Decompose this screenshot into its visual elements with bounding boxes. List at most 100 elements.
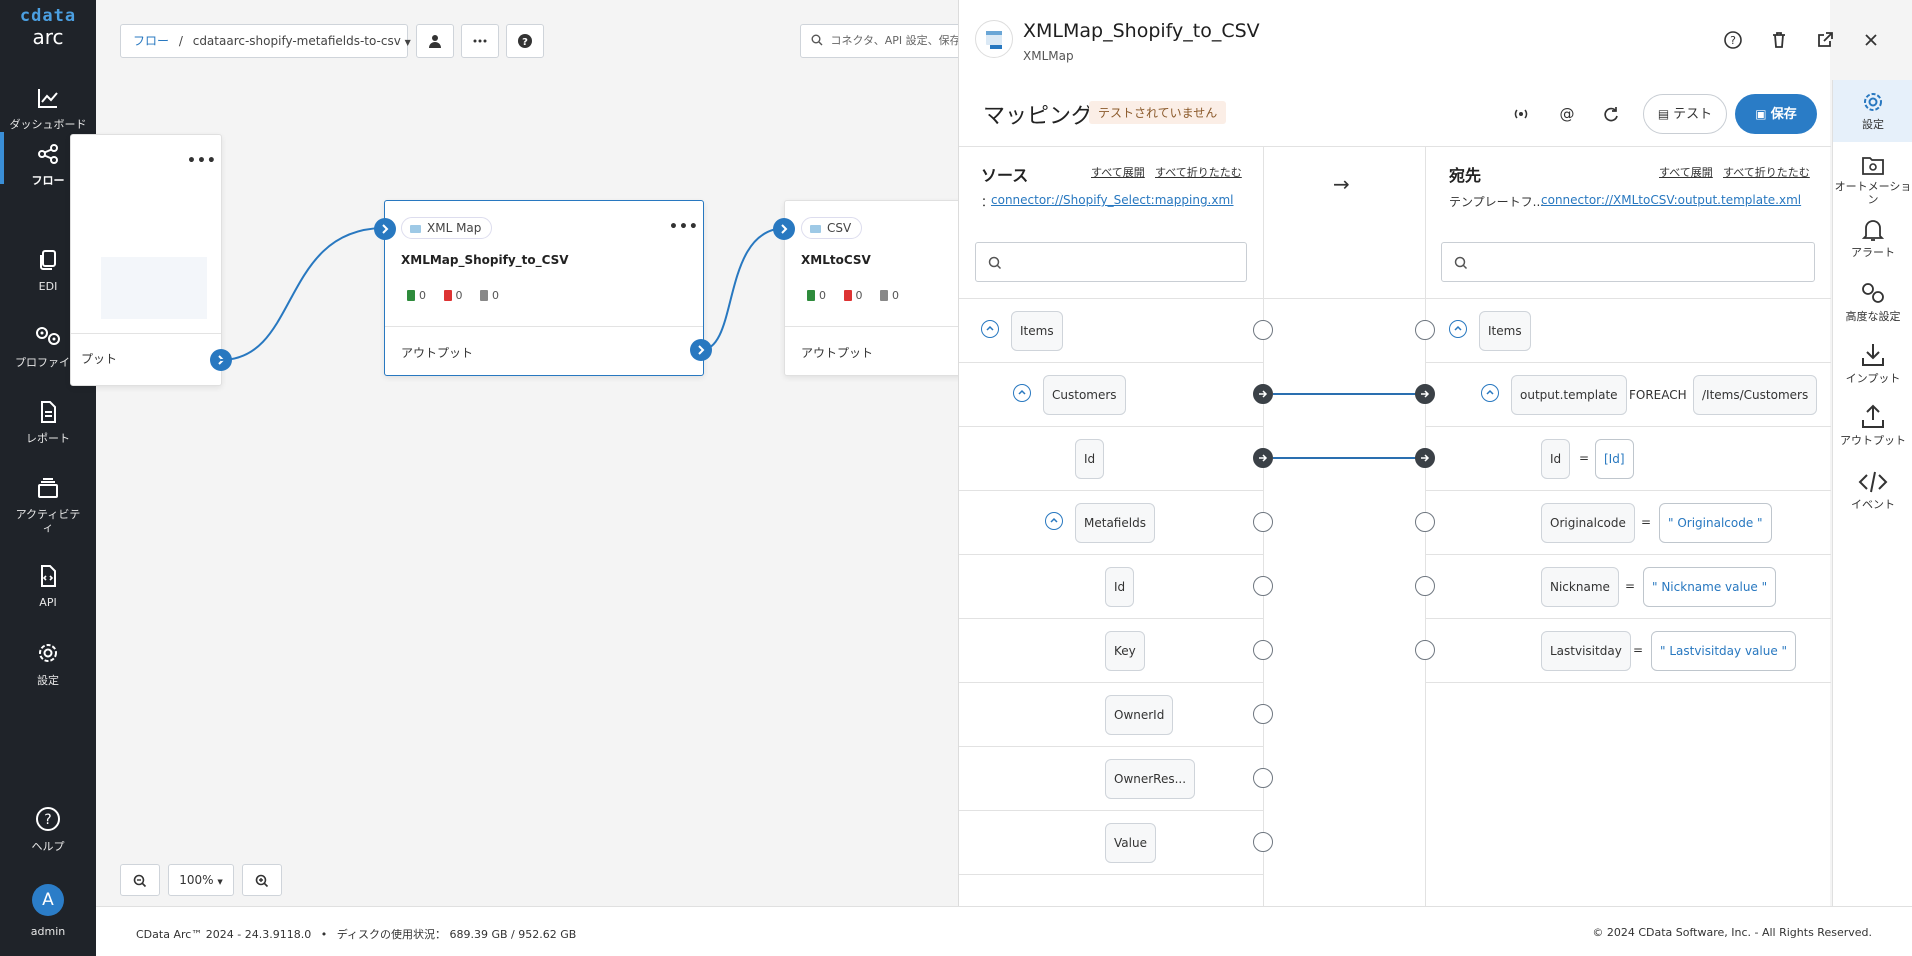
source-handle-connected[interactable]: [1253, 448, 1273, 468]
nav-item-report[interactable]: レポート: [0, 400, 96, 445]
question-icon: ?: [518, 34, 532, 48]
source-search-input[interactable]: [975, 242, 1247, 282]
dest-node-lastvisitday[interactable]: Lastvisitday: [1541, 631, 1631, 671]
connector-panel: XMLMap_Shopify_to_CSV XMLMap ? マッピング テスト…: [958, 0, 1877, 908]
equals-sign: =: [1579, 451, 1590, 465]
dest-node-nickname[interactable]: Nickname: [1541, 567, 1619, 607]
collapse-toggle-customers[interactable]: [1013, 384, 1031, 402]
nav-item-api[interactable]: API: [0, 564, 96, 609]
rail-item-input[interactable]: インプット: [1833, 342, 1912, 385]
dest-value-id[interactable]: [Id]: [1595, 439, 1634, 479]
code-icon: [1858, 471, 1888, 493]
user-menu[interactable]: A admin: [0, 884, 96, 938]
source-handle[interactable]: [1253, 320, 1273, 340]
input-port-csv[interactable]: [773, 218, 795, 240]
zoom-in-button[interactable]: [242, 864, 282, 896]
logo[interactable]: cdata arc: [0, 8, 96, 48]
mapping-connection[interactable]: [1273, 393, 1417, 395]
source-handle[interactable]: [1253, 832, 1273, 852]
nav-item-activity[interactable]: アクティビティ: [0, 476, 96, 534]
dest-node-output-template[interactable]: output.template: [1511, 375, 1627, 415]
broadcast-icon[interactable]: [1511, 104, 1533, 126]
rail-label-output: アウトプット: [1840, 434, 1906, 447]
mapping-connection[interactable]: [1273, 457, 1417, 459]
close-icon[interactable]: [1861, 30, 1883, 52]
connector-search[interactable]: コネクタ、API 設定、保存: [800, 24, 980, 58]
source-node-metafields[interactable]: Metafields: [1075, 503, 1155, 543]
dest-node-originalcode[interactable]: Originalcode: [1541, 503, 1635, 543]
source-handle[interactable]: [1253, 704, 1273, 724]
rail-item-settings[interactable]: 設定: [1833, 80, 1912, 142]
refresh-icon[interactable]: [1601, 104, 1623, 126]
more-button[interactable]: [461, 24, 499, 58]
zoom-level-select[interactable]: 100% ▼: [168, 864, 234, 896]
connector-card-csv[interactable]: CSV XMLtoCSV 0 0 0 アウトプット: [784, 200, 964, 376]
input-port-xmlmap[interactable]: [374, 218, 396, 240]
breadcrumb[interactable]: フロー / cdataarc-shopify-metafields-to-csv…: [120, 24, 411, 58]
foreach-path[interactable]: /Items/Customers: [1693, 375, 1818, 415]
open-external-icon[interactable]: [1815, 30, 1837, 52]
source-handle-connected[interactable]: [1253, 384, 1273, 404]
nav-item-settings[interactable]: 設定: [0, 640, 96, 687]
help-button[interactable]: ?: [506, 24, 544, 58]
zoom-out-button[interactable]: [120, 864, 160, 896]
rail-item-automation[interactable]: オートメーション: [1833, 154, 1912, 206]
source-handle[interactable]: [1253, 640, 1273, 660]
source-handle[interactable]: [1253, 512, 1273, 532]
source-node-id[interactable]: Id: [1075, 439, 1105, 479]
dest-value-nickname[interactable]: " Nickname value ": [1643, 567, 1777, 607]
card-menu-icon[interactable]: •••: [669, 219, 699, 235]
dest-handle-connected[interactable]: [1415, 448, 1435, 468]
dest-expand-all[interactable]: すべて展開: [1659, 164, 1713, 180]
rail-item-events[interactable]: イベント: [1833, 470, 1912, 511]
card-menu-icon[interactable]: •••: [187, 153, 217, 169]
dest-path-link[interactable]: connector://XMLtoCSV:output.template.xml: [1541, 193, 1801, 207]
test-button[interactable]: ▤ テスト: [1643, 94, 1727, 134]
dest-handle[interactable]: [1415, 320, 1435, 340]
dest-handle-connected[interactable]: [1415, 384, 1435, 404]
nav-item-dashboard[interactable]: ダッシュボード: [0, 86, 96, 131]
user-button[interactable]: [416, 24, 454, 58]
source-node-ownerresource[interactable]: OwnerRes...: [1105, 759, 1196, 799]
dest-handle[interactable]: [1415, 640, 1435, 660]
source-node-key[interactable]: Key: [1105, 631, 1145, 671]
help-icon[interactable]: ?: [1723, 30, 1745, 52]
collapse-toggle-items[interactable]: [981, 320, 999, 338]
rail-item-output[interactable]: アウトプット: [1833, 404, 1912, 447]
source-node-value[interactable]: Value: [1105, 823, 1156, 863]
dest-handle[interactable]: [1415, 512, 1435, 532]
dest-handle[interactable]: [1415, 576, 1435, 596]
dest-collapse-all[interactable]: すべて折りたたむ: [1723, 164, 1810, 180]
flow-canvas[interactable]: [96, 0, 960, 906]
dest-value-lastvisitday[interactable]: " Lastvisitday value ": [1651, 631, 1797, 671]
flow-name[interactable]: cdataarc-shopify-metafields-to-csv: [193, 34, 401, 48]
rail-label-settings: 設定: [1862, 118, 1884, 131]
foreach-label: FOREACH: [1629, 388, 1687, 402]
source-node-customers[interactable]: Customers: [1043, 375, 1126, 415]
dest-search-input[interactable]: [1441, 242, 1815, 282]
source-path-link[interactable]: connector://Shopify_Select:mapping.xml: [991, 193, 1234, 207]
source-handle[interactable]: [1253, 768, 1273, 788]
rail-item-advanced[interactable]: 高度な設定: [1833, 280, 1912, 323]
rail-item-alerts[interactable]: アラート: [1833, 218, 1912, 259]
source-collapse-all[interactable]: すべて折りたたむ: [1155, 164, 1242, 180]
at-sign-icon[interactable]: @: [1557, 104, 1579, 126]
collapse-toggle-dest-items[interactable]: [1449, 320, 1467, 338]
dest-value-originalcode[interactable]: " Originalcode ": [1659, 503, 1772, 543]
nav-item-help[interactable]: ? ヘルプ: [0, 806, 96, 853]
dest-node-items[interactable]: Items: [1479, 311, 1531, 351]
source-expand-all[interactable]: すべて展開: [1091, 164, 1145, 180]
save-button[interactable]: ▣ 保存: [1735, 94, 1817, 134]
breadcrumb-root[interactable]: フロー: [133, 34, 169, 48]
source-node-items[interactable]: Items: [1011, 311, 1063, 351]
test-label: テスト: [1673, 107, 1713, 122]
source-node-ownerid[interactable]: OwnerId: [1105, 695, 1174, 735]
source-handle[interactable]: [1253, 576, 1273, 596]
source-node-metafield-id[interactable]: Id: [1105, 567, 1135, 607]
connector-card-xmlmap[interactable]: XML Map ••• XMLMap_Shopify_to_CSV 0 0 0 …: [384, 200, 704, 376]
collapse-toggle-output-template[interactable]: [1481, 384, 1499, 402]
trash-icon[interactable]: [1769, 30, 1791, 52]
dest-node-id[interactable]: Id: [1541, 439, 1571, 479]
output-port-xmlmap[interactable]: [690, 339, 712, 361]
collapse-toggle-metafields[interactable]: [1045, 512, 1063, 530]
